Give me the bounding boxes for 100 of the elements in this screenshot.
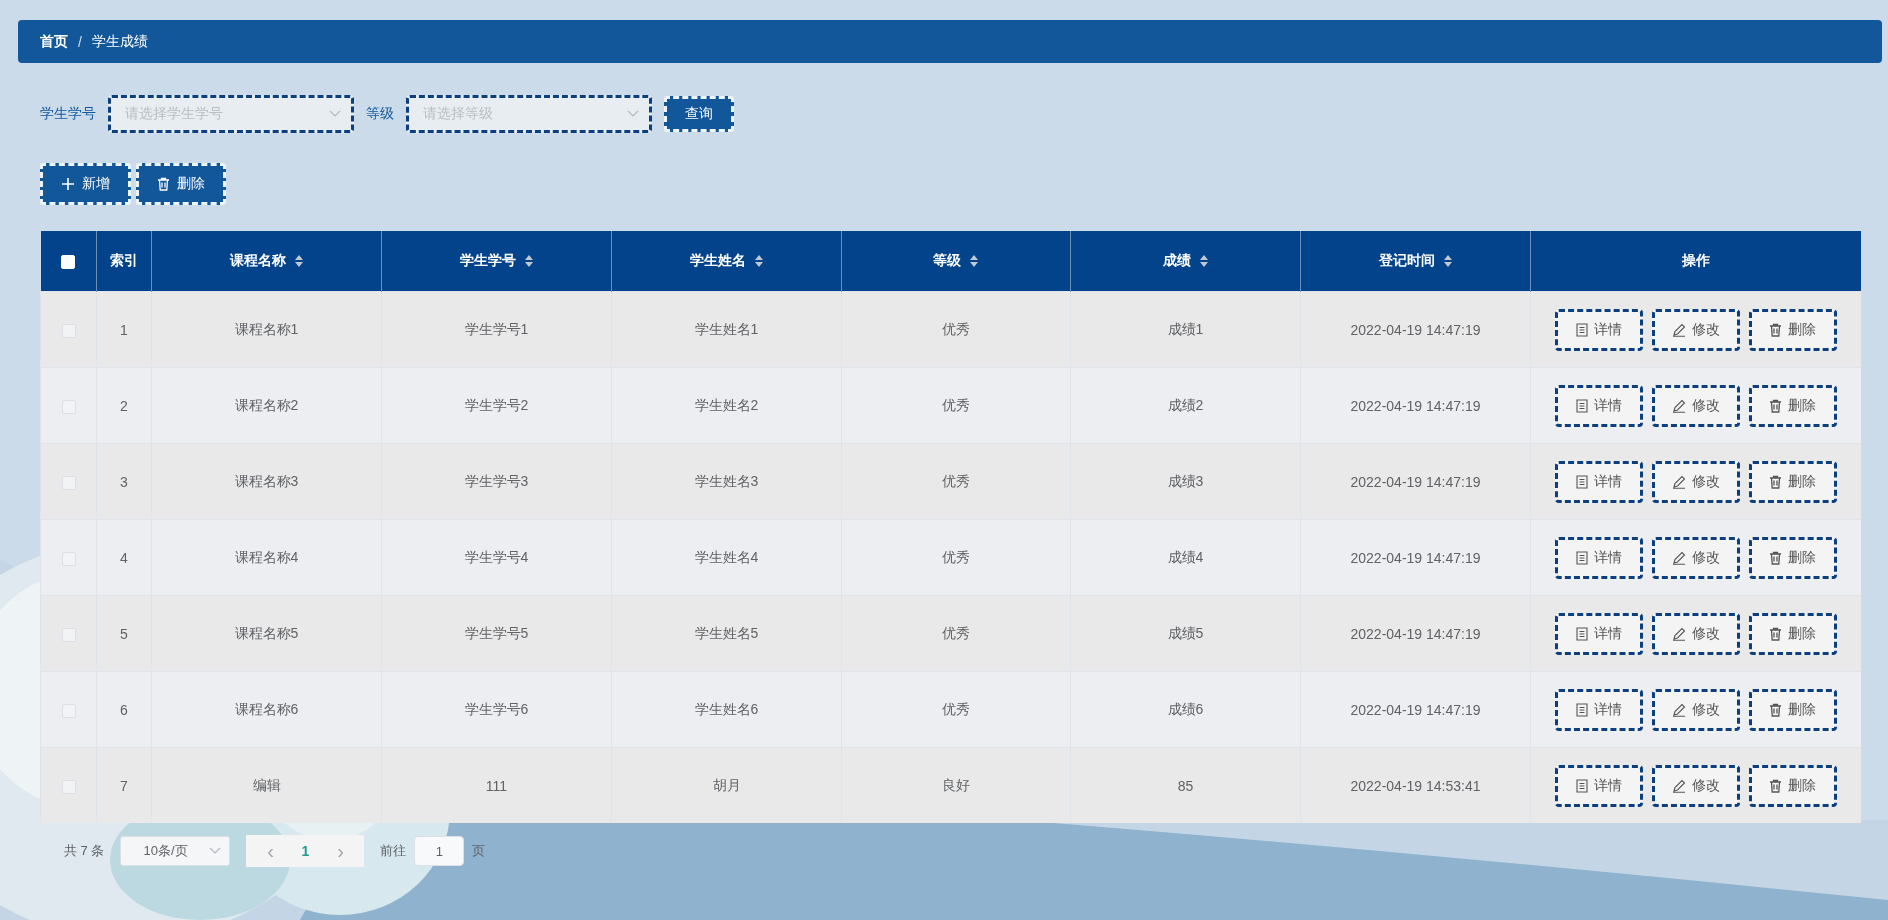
add-button[interactable]: 新增 xyxy=(40,163,131,205)
detail-button[interactable]: 详情 xyxy=(1554,460,1643,503)
filter-label: 等级 xyxy=(366,105,394,123)
trash-icon xyxy=(1769,474,1783,489)
table-cell: 2022-04-19 14:47:19 xyxy=(1350,473,1481,490)
delete-button[interactable]: 删除 xyxy=(1748,536,1837,579)
goto-label: 前往 xyxy=(380,842,407,860)
table-cell: 成绩6 xyxy=(1167,700,1204,717)
column-header[interactable]: 登记时间 xyxy=(1378,252,1435,270)
sort-icon xyxy=(753,255,764,267)
delete-button[interactable]: 删除 xyxy=(1748,308,1837,351)
table-cell: 成绩1 xyxy=(1167,320,1204,337)
edit-button[interactable]: 修改 xyxy=(1651,308,1740,351)
column-header[interactable]: 成绩 xyxy=(1162,252,1191,270)
table-cell: 成绩4 xyxy=(1167,548,1204,565)
document-icon xyxy=(1575,398,1588,413)
table-cell: 111 xyxy=(485,777,508,794)
table-cell: 优秀 xyxy=(942,548,970,565)
pencil-icon xyxy=(1671,626,1686,641)
detail-button[interactable]: 详情 xyxy=(1554,688,1643,731)
edit-button[interactable]: 修改 xyxy=(1651,384,1740,427)
delete-button[interactable]: 删除 xyxy=(136,163,226,205)
table-cell: 课程名称3 xyxy=(234,472,299,489)
column-header[interactable]: 学生学号 xyxy=(459,252,516,270)
search-button[interactable]: 查询 xyxy=(664,96,734,132)
breadcrumb-link[interactable]: 首页 xyxy=(40,32,68,51)
delete-button[interactable]: 删除 xyxy=(1748,688,1837,731)
column-header: 操作 xyxy=(1681,252,1710,270)
filter-label: 学生学号 xyxy=(40,105,96,123)
sort-icon xyxy=(969,255,979,267)
column-header[interactable]: 课程名称 xyxy=(229,252,286,270)
delete-button[interactable]: 删除 xyxy=(1748,612,1837,655)
table-cell: 6 xyxy=(120,701,128,718)
edit-button[interactable]: 修改 xyxy=(1651,612,1740,655)
table-cell: 学生姓名4 xyxy=(694,548,759,565)
table-cell: 学生姓名3 xyxy=(694,472,759,489)
table-cell: 优秀 xyxy=(942,472,970,489)
delete-button[interactable]: 删除 xyxy=(1748,764,1837,807)
chevron-down-icon xyxy=(329,110,341,118)
goto-suffix: 页 xyxy=(472,842,486,860)
trash-icon xyxy=(1769,626,1783,641)
table-cell: 优秀 xyxy=(942,396,970,413)
detail-button[interactable]: 详情 xyxy=(1554,764,1643,807)
table-cell: 85 xyxy=(1177,777,1194,794)
table-cell: 学生学号5 xyxy=(464,624,529,641)
column-header[interactable]: 等级 xyxy=(933,252,961,270)
pencil-icon xyxy=(1671,474,1686,489)
page-size-select[interactable]: 10条/页 xyxy=(120,836,231,866)
trash-icon xyxy=(1769,778,1783,793)
table-cell: 优秀 xyxy=(942,700,970,717)
table-cell: 成绩2 xyxy=(1167,396,1204,413)
table-cell: 学生学号1 xyxy=(464,320,529,337)
column-header[interactable]: 学生姓名 xyxy=(689,252,746,270)
breadcrumb-current: 学生成绩 xyxy=(91,32,148,51)
table-cell: 成绩5 xyxy=(1167,624,1204,641)
pencil-icon xyxy=(1671,702,1686,717)
detail-button[interactable]: 详情 xyxy=(1554,612,1643,655)
table-cell: 课程名称4 xyxy=(234,548,299,565)
detail-button[interactable]: 详情 xyxy=(1554,536,1643,579)
table-cell: 成绩3 xyxy=(1167,472,1204,489)
table-cell: 2022-04-19 14:47:19 xyxy=(1350,625,1481,642)
table-cell: 良好 xyxy=(942,776,970,793)
pencil-icon xyxy=(1671,322,1686,337)
table-cell: 2022-04-19 14:47:19 xyxy=(1350,701,1481,718)
total-count: 共 7 条 xyxy=(64,842,105,860)
table-cell: 1 xyxy=(120,321,128,338)
trash-icon xyxy=(1769,322,1783,337)
detail-button[interactable]: 详情 xyxy=(1554,384,1643,427)
table-cell: 学生姓名5 xyxy=(694,624,759,641)
trash-icon xyxy=(1769,398,1783,413)
sort-icon xyxy=(1198,255,1209,267)
chevron-down-icon xyxy=(209,847,222,855)
page-input[interactable]: 1 xyxy=(414,836,465,866)
sort-icon xyxy=(1442,255,1453,267)
pencil-icon xyxy=(1671,778,1686,793)
table-cell: 学生学号4 xyxy=(464,548,529,565)
trash-icon xyxy=(1769,702,1783,717)
pencil-icon xyxy=(1671,550,1686,565)
table-cell: 胡月 xyxy=(712,776,741,793)
sort-icon xyxy=(523,255,534,267)
table-cell: 2022-04-19 14:53:41 xyxy=(1350,777,1481,794)
plus-icon xyxy=(61,177,75,191)
table-cell: 课程名称1 xyxy=(234,320,299,337)
edit-button[interactable]: 修改 xyxy=(1651,764,1740,807)
edit-button[interactable]: 修改 xyxy=(1651,460,1740,503)
delete-button[interactable]: 删除 xyxy=(1748,384,1837,427)
edit-button[interactable]: 修改 xyxy=(1651,688,1740,731)
table-cell: 学生姓名6 xyxy=(694,700,759,717)
detail-button[interactable]: 详情 xyxy=(1554,308,1643,351)
edit-button[interactable]: 修改 xyxy=(1651,536,1740,579)
table-cell: 2022-04-19 14:47:19 xyxy=(1350,397,1481,414)
delete-button[interactable]: 删除 xyxy=(1748,460,1837,503)
table-cell: 5 xyxy=(120,625,128,642)
table-cell: 优秀 xyxy=(942,320,970,337)
table-cell: 2022-04-19 14:47:19 xyxy=(1350,321,1481,338)
table-cell: 学生姓名1 xyxy=(694,320,759,337)
table-cell: 7 xyxy=(120,777,128,794)
table-cell: 学生学号2 xyxy=(464,396,529,413)
column-header: 索引 xyxy=(110,252,138,270)
document-icon xyxy=(1575,778,1588,793)
